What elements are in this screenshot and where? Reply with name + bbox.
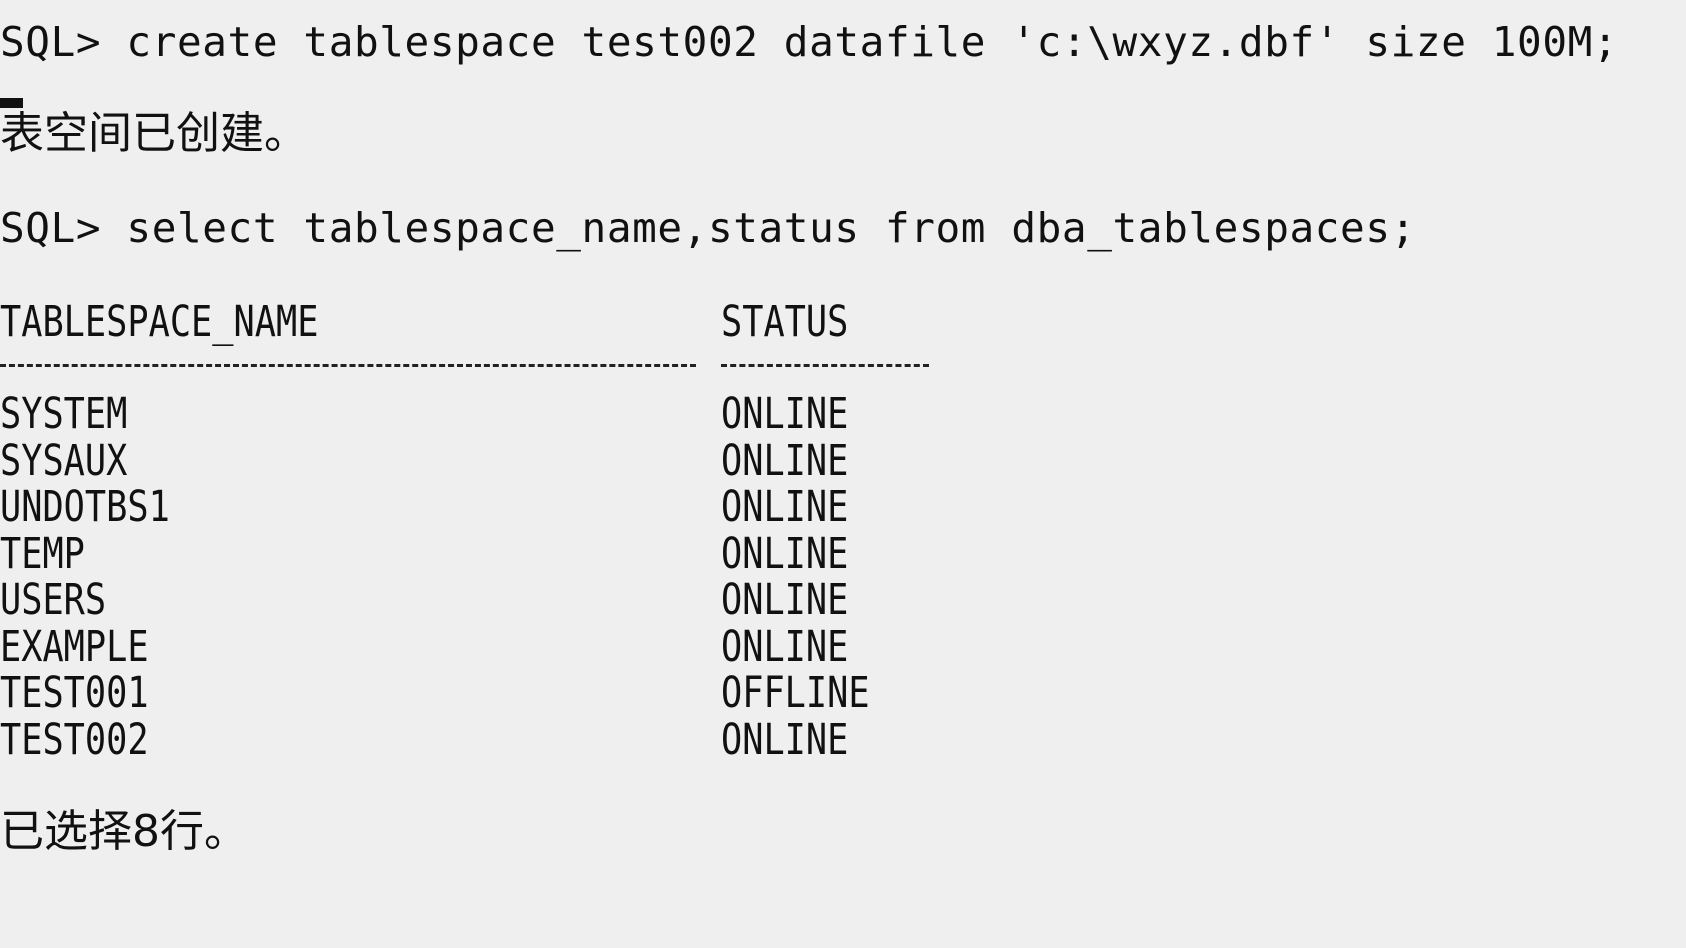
result-row-name: SYSTEM [0, 389, 128, 439]
result-row-status: ONLINE [721, 529, 849, 579]
result-row-name: EXAMPLE [0, 622, 149, 672]
result-row-name: SYSAUX [0, 436, 128, 486]
result-row-status: ONLINE [721, 436, 849, 486]
text-cursor [0, 98, 23, 108]
result-row-status: ONLINE [721, 622, 849, 672]
column-separator-name [0, 364, 696, 367]
sqlplus-console[interactable]: SQL> create tablespace test002 datafile … [0, 0, 1686, 948]
result-row-name: USERS [0, 575, 107, 625]
result-row-status: OFFLINE [721, 668, 870, 718]
result-row-status: ONLINE [721, 482, 849, 532]
result-row-status: ONLINE [721, 575, 849, 625]
result-row-name: TEST002 [0, 715, 149, 765]
result-row-name: TEMP [0, 529, 85, 579]
result-row-status: ONLINE [721, 389, 849, 439]
command-line-create: SQL> create tablespace test002 datafile … [0, 18, 1619, 66]
rows-selected-footer: 已选择8行。 [0, 806, 248, 857]
column-separator-status [721, 364, 929, 367]
result-row-name: UNDOTBS1 [0, 482, 170, 532]
column-header-status: STATUS [721, 297, 849, 347]
result-row-status: ONLINE [721, 715, 849, 765]
column-header-tablespace-name: TABLESPACE_NAME [0, 297, 319, 347]
result-row-name: TEST001 [0, 668, 149, 718]
result-tablespace-created: 表空间已创建。 [0, 108, 308, 159]
command-line-select: SQL> select tablespace_name,status from … [0, 204, 1416, 252]
